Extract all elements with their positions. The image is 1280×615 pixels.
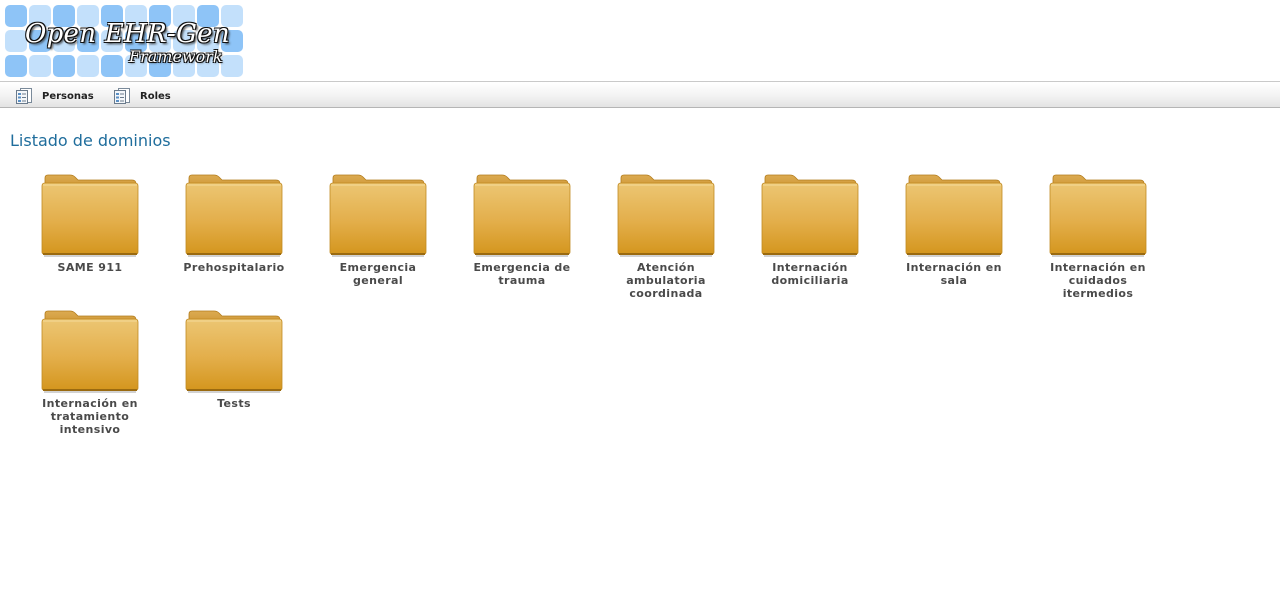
menu-item-roles[interactable]: Roles <box>114 87 171 105</box>
domain-label: Internación en tratamiento intensivo <box>42 397 138 436</box>
logo-subtitle: Framework <box>129 47 223 66</box>
domain-folder-internacion-en-sala[interactable]: Internación en sala <box>889 174 1019 287</box>
domain-label: Emergencia de trauma <box>473 261 571 287</box>
domain-folder-tests[interactable]: Tests <box>169 310 299 410</box>
folder-icon <box>185 310 283 394</box>
domain-folder-atencion-ambulatoria-coordinada[interactable]: Atención ambulatoria coordinada <box>601 174 731 300</box>
folder-icon <box>185 174 283 258</box>
domain-label: Internación en cuidados itermedios <box>1050 261 1146 300</box>
document-list-icon <box>114 88 130 104</box>
document-list-icon <box>16 88 32 104</box>
logo-tile <box>5 5 27 27</box>
logo-tile <box>221 55 243 77</box>
logo-tile <box>53 55 75 77</box>
domain-label: Tests <box>217 397 251 410</box>
logo-tile <box>101 55 123 77</box>
menu-item-personas[interactable]: Personas <box>16 87 94 105</box>
domain-label: Emergencia general <box>339 261 417 287</box>
folder-icon <box>41 174 139 258</box>
menu-item-personas-label: Personas <box>42 90 94 102</box>
header: Open EHR-Gen Framework <box>0 0 1280 81</box>
folder-icon <box>41 310 139 394</box>
domain-label: Prehospitalario <box>183 261 285 274</box>
folder-icon <box>1049 174 1147 258</box>
domain-folder-internacion-domiciliaria[interactable]: Internación domiciliaria <box>745 174 875 287</box>
domain-folder-prehospitalario[interactable]: Prehospitalario <box>169 174 299 274</box>
logo-tile <box>5 55 27 77</box>
domain-folder-internacion-tratamiento-intensivo[interactable]: Internación en tratamiento intensivo <box>25 310 155 436</box>
logo-tile <box>29 55 51 77</box>
folder-icon <box>617 174 715 258</box>
menu-bar: Personas Roles <box>0 81 1280 108</box>
folder-icon <box>473 174 571 258</box>
logo-tile <box>77 55 99 77</box>
domain-folder-emergencia-de-trauma[interactable]: Emergencia de trauma <box>457 174 587 287</box>
app-logo[interactable]: Open EHR-Gen Framework <box>5 5 245 77</box>
page-title: Listado de dominios <box>10 131 171 150</box>
logo-title: Open EHR-Gen <box>25 19 230 49</box>
domain-folder-internacion-cuidados-itermedios[interactable]: Internación en cuidados itermedios <box>1033 174 1163 300</box>
domain-label: Internación domiciliaria <box>771 261 849 287</box>
folder-icon <box>905 174 1003 258</box>
folder-icon <box>761 174 859 258</box>
domain-label: Internación en sala <box>906 261 1002 287</box>
logo-tile <box>5 30 27 52</box>
domain-folder-emergencia-general[interactable]: Emergencia general <box>313 174 443 287</box>
folder-icon <box>329 174 427 258</box>
menu-item-roles-label: Roles <box>140 90 171 102</box>
domain-label: Atención ambulatoria coordinada <box>626 261 706 300</box>
domain-folder-same-911[interactable]: SAME 911 <box>25 174 155 274</box>
domain-label: SAME 911 <box>57 261 123 274</box>
